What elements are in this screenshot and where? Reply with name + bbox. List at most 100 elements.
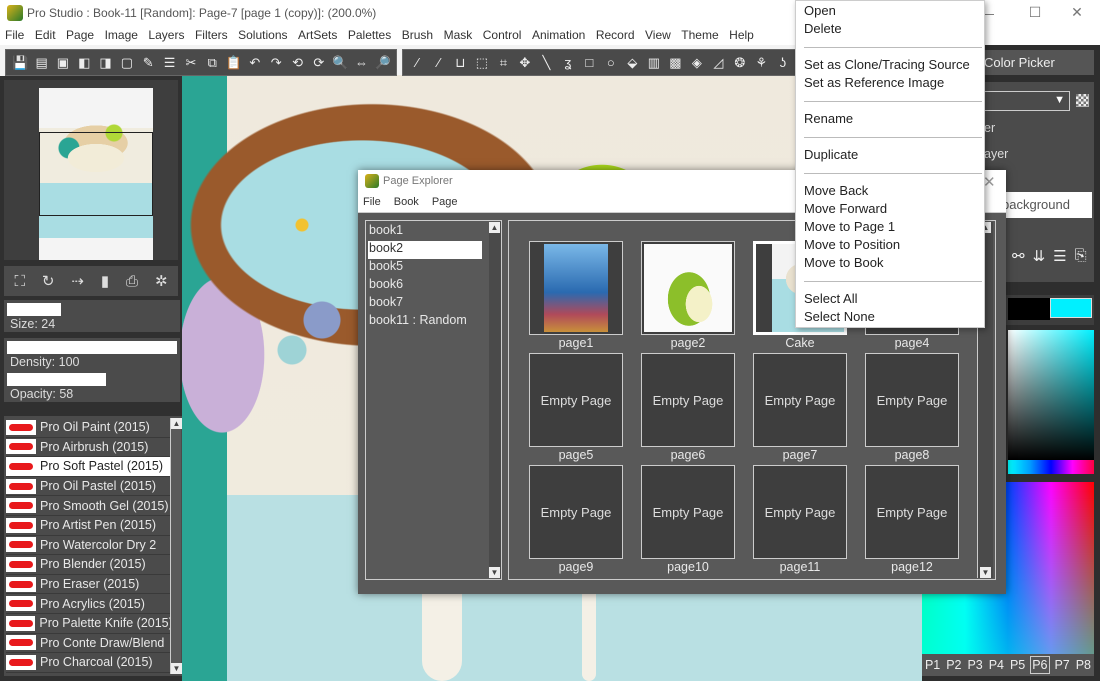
- book-item[interactable]: book11 : Random: [368, 313, 482, 331]
- brush-rotate-icon[interactable]: ↻: [42, 272, 55, 290]
- menu-help[interactable]: Help: [729, 28, 754, 42]
- rotate-right-icon[interactable]: ⟳: [311, 54, 328, 71]
- scroll-down-icon[interactable]: ▼: [171, 663, 182, 674]
- saturation-value-picker[interactable]: [1008, 330, 1094, 460]
- brush-item[interactable]: Pro Acrylics (2015): [6, 594, 170, 614]
- page-thumbnail[interactable]: Empty Page: [529, 465, 623, 559]
- brush-stroke-icon[interactable]: ⇢: [71, 272, 84, 290]
- foreground-color-swatch[interactable]: [1008, 298, 1050, 320]
- filter-icon[interactable]: ❂: [732, 54, 749, 71]
- context-menu-item-set-as-clone-tracing-source[interactable]: Set as Clone/Tracing Source: [804, 57, 970, 72]
- fill-icon[interactable]: ⬙: [624, 54, 641, 71]
- menu-record[interactable]: Record: [596, 28, 635, 42]
- menu-layers[interactable]: Layers: [148, 28, 184, 42]
- brush-item[interactable]: Pro Watercolor Dry 2: [6, 536, 170, 556]
- menu-edit[interactable]: Edit: [35, 28, 56, 42]
- palette-tab-p3[interactable]: P3: [966, 657, 983, 673]
- scroll-up-icon[interactable]: ▲: [489, 222, 500, 233]
- scroll-up-icon[interactable]: ▲: [171, 418, 182, 429]
- context-menu-item-move-to-book[interactable]: Move to Book: [804, 255, 884, 270]
- line-icon[interactable]: ╲: [538, 54, 555, 71]
- clone-icon[interactable]: ⚘: [753, 54, 770, 71]
- paste-icon[interactable]: 📋: [225, 54, 242, 71]
- context-menu-item-move-back[interactable]: Move Back: [804, 183, 868, 198]
- scroll-down-icon[interactable]: ▼: [489, 567, 500, 578]
- hue-slider[interactable]: [1008, 460, 1094, 474]
- menu-page[interactable]: Page: [66, 28, 94, 42]
- layer-down-icon[interactable]: ⇊: [1033, 247, 1046, 265]
- ellipse-icon[interactable]: ○: [603, 54, 620, 71]
- page-thumbnail[interactable]: [529, 241, 623, 335]
- selection-icon[interactable]: ⬚: [474, 54, 491, 71]
- brush-item[interactable]: Pro Artist Pen (2015): [6, 516, 170, 536]
- book-list-scrollbar[interactable]: ▲ ▼: [489, 222, 501, 578]
- crop-icon[interactable]: ⌗: [495, 54, 512, 71]
- fit-icon[interactable]: ⇔: [353, 54, 370, 71]
- maximize-button[interactable]: ☐: [1012, 0, 1058, 25]
- rectangle-icon[interactable]: □: [581, 54, 598, 71]
- context-menu-item-move-to-position[interactable]: Move to Position: [804, 237, 900, 252]
- close-button[interactable]: ✕: [1054, 0, 1100, 25]
- pattern-icon[interactable]: ▩: [667, 54, 684, 71]
- palette-tab-p7[interactable]: P7: [1053, 657, 1070, 673]
- page-thumbnail[interactable]: Empty Page: [641, 353, 735, 447]
- bucket-icon[interactable]: ⊔: [452, 54, 469, 71]
- pe-menu-book[interactable]: Book: [394, 196, 419, 208]
- brush-item[interactable]: Pro Blender (2015): [6, 555, 170, 575]
- brush-paper-icon[interactable]: ▮: [101, 272, 109, 290]
- book-item[interactable]: book7: [368, 295, 482, 313]
- layer-dropdown[interactable]: [984, 91, 1070, 111]
- page-thumbnail[interactable]: Empty Page: [865, 465, 959, 559]
- brush-item[interactable]: Pro Airbrush (2015): [6, 438, 170, 458]
- book-item[interactable]: book6: [368, 277, 482, 295]
- context-menu-item-open[interactable]: Open: [804, 3, 836, 18]
- brush-settings-icon[interactable]: ✲: [155, 272, 168, 290]
- palette-tab-p5[interactable]: P5: [1009, 657, 1026, 673]
- cut-icon[interactable]: ✂: [183, 54, 200, 71]
- page-thumbnail[interactable]: Empty Page: [753, 353, 847, 447]
- brush-lock-icon[interactable]: ⎙: [126, 273, 138, 290]
- move-icon[interactable]: ✥: [517, 54, 534, 71]
- book-item[interactable]: book2: [368, 241, 482, 259]
- menu-solutions[interactable]: Solutions: [238, 28, 287, 42]
- rotate-left-icon[interactable]: ⟲: [289, 54, 306, 71]
- menu-file[interactable]: File: [5, 28, 24, 42]
- texture-icon[interactable]: ◈: [689, 54, 706, 71]
- context-menu-item-select-none[interactable]: Select None: [804, 309, 875, 324]
- book-item[interactable]: book5: [368, 259, 482, 277]
- size-slider[interactable]: Size: 24: [4, 300, 180, 332]
- eyedropper-icon[interactable]: ⁄: [431, 54, 448, 71]
- layer-lock-icon[interactable]: ⎘: [1075, 247, 1087, 265]
- density-slider[interactable]: Density: 100: [4, 338, 180, 370]
- context-menu-item-move-to-page-1[interactable]: Move to Page 1: [804, 219, 895, 234]
- menu-theme[interactable]: Theme: [681, 28, 718, 42]
- save-as-icon[interactable]: ▤: [33, 54, 50, 71]
- brush-item[interactable]: Pro Palette Knife (2015): [6, 614, 170, 634]
- menu-view[interactable]: View: [645, 28, 671, 42]
- brush-item[interactable]: Pro Oil Paint (2015): [6, 418, 170, 438]
- page-icon[interactable]: ▣: [55, 54, 72, 71]
- menu-brush[interactable]: Brush: [402, 28, 433, 42]
- layer-item[interactable]: ayer: [984, 147, 1008, 161]
- pe-menu-file[interactable]: File: [363, 196, 381, 208]
- context-menu-item-duplicate[interactable]: Duplicate: [804, 147, 858, 162]
- layer-list-icon[interactable]: ☰: [1053, 247, 1066, 265]
- page-next-icon[interactable]: ◨: [97, 54, 114, 71]
- page-thumbnail[interactable]: Empty Page: [865, 353, 959, 447]
- context-menu-item-rename[interactable]: Rename: [804, 111, 853, 126]
- zoom-out-icon[interactable]: 🔎: [375, 54, 392, 71]
- brush-item[interactable]: Pro Smooth Gel (2015): [6, 496, 170, 516]
- palette-tab-p1[interactable]: P1: [924, 657, 941, 673]
- transparency-icon[interactable]: [1076, 94, 1089, 107]
- menu-control[interactable]: Control: [483, 28, 522, 42]
- page-copy-icon[interactable]: ▢: [119, 54, 136, 71]
- redo-icon[interactable]: ↷: [268, 54, 285, 71]
- context-menu-item-delete[interactable]: Delete: [804, 21, 842, 36]
- menu-animation[interactable]: Animation: [532, 28, 585, 42]
- smudge-icon[interactable]: ʖ: [775, 54, 792, 71]
- copy-icon[interactable]: ⧉: [204, 54, 221, 71]
- palette-tab-p2[interactable]: P2: [945, 657, 962, 673]
- brush-item[interactable]: Pro Eraser (2015): [6, 575, 170, 595]
- menu-image[interactable]: Image: [105, 28, 138, 42]
- page-thumbnail[interactable]: Empty Page: [753, 465, 847, 559]
